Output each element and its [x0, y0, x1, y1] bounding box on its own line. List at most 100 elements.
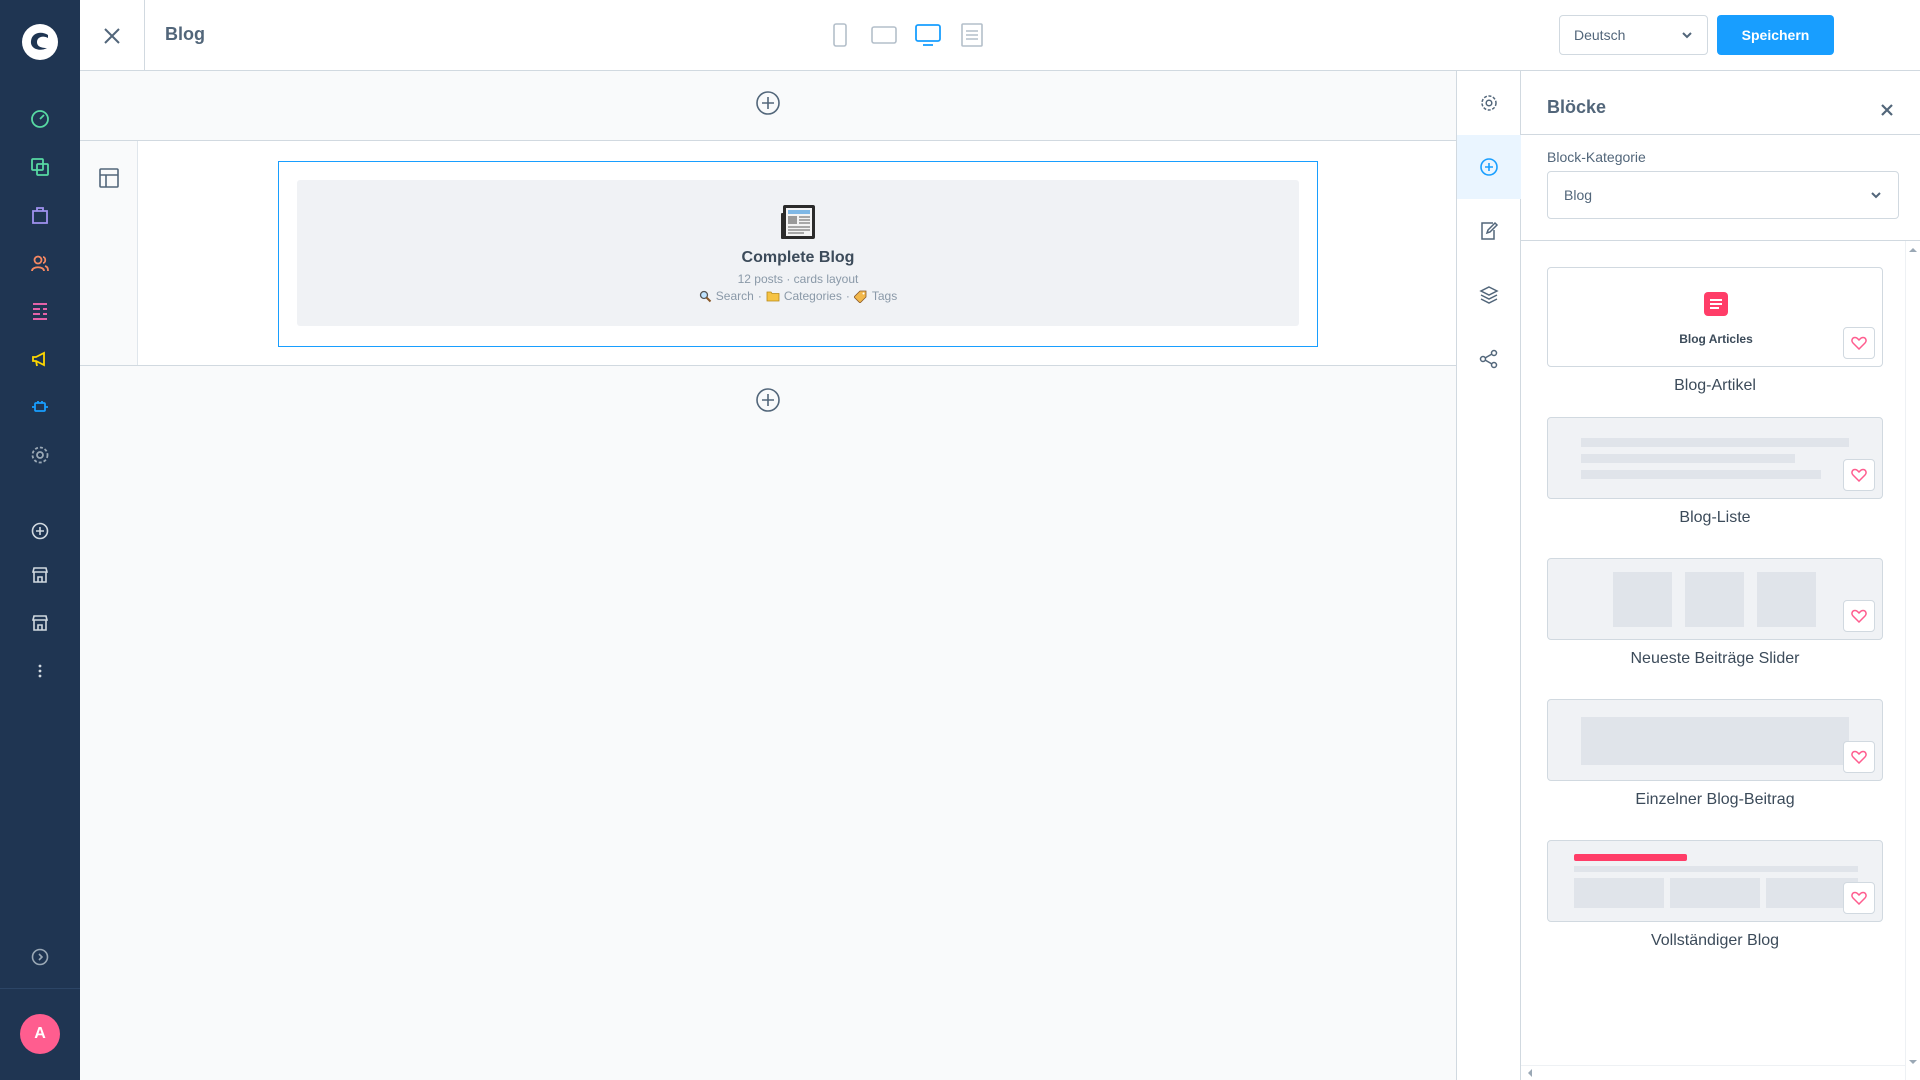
heart-icon [1851, 609, 1867, 623]
block-item-latest-posts-slider[interactable]: Neueste Beiträge Slider [1547, 558, 1883, 668]
catalog-icon[interactable] [26, 153, 54, 181]
newspaper-icon [781, 205, 815, 239]
sidebar-divider [0, 988, 80, 989]
block-preview[interactable]: Blog Articles [1547, 267, 1883, 367]
feature-separator: · [845, 289, 850, 303]
block-label: Blog-Liste [1679, 509, 1751, 526]
heart-icon [1851, 336, 1867, 350]
tool-settings-button[interactable] [1457, 71, 1521, 135]
add-section-top-icon[interactable] [755, 90, 781, 116]
feature-tags: Tags [853, 289, 898, 303]
top-bar: Blog Deutsch Speichern [80, 0, 1920, 71]
category-label: Block-Kategorie [1547, 149, 1646, 165]
folder-icon [766, 291, 780, 302]
more-icon[interactable] [26, 657, 54, 685]
mobile-icon [833, 23, 847, 47]
category-select[interactable]: Blog [1547, 171, 1899, 219]
shopware-logo-icon[interactable] [20, 22, 60, 62]
block-label: Einzelner Blog-Beitrag [1635, 791, 1795, 808]
settings-icon[interactable] [26, 441, 54, 469]
panel-title: Blöcke [1547, 97, 1607, 117]
panel-close-button[interactable] [1876, 99, 1898, 121]
block-label: Vollständiger Blog [1650, 932, 1780, 949]
language-value: Deutsch [1574, 27, 1626, 43]
layers-icon [1479, 286, 1499, 304]
admin-sidebar: A [0, 0, 80, 1080]
tool-share-button[interactable] [1457, 327, 1521, 391]
feature-search: Search [699, 289, 754, 303]
magnifier-icon [699, 290, 711, 302]
share-icon [1479, 349, 1498, 369]
complete-blog-block[interactable]: Complete Blog 12 posts · cards layout Se… [297, 180, 1299, 326]
block-item-blog-list[interactable]: Blog-Liste [1547, 417, 1883, 527]
block-title: Complete Blog [741, 249, 855, 266]
chevron-down-icon [1871, 192, 1881, 199]
block-item-blog-articles[interactable]: Blog Articles Blog-Artikel [1547, 267, 1883, 395]
blog-article-icon [1704, 292, 1728, 316]
block-meta: 12 posts · cards layout [737, 272, 859, 286]
device-mobile-button[interactable] [825, 20, 855, 50]
orders-icon[interactable] [26, 201, 54, 229]
scroll-left-icon [1528, 1069, 1532, 1077]
section-sidebar [80, 141, 138, 365]
chevron-down-icon [1682, 32, 1692, 39]
page-title: Blog [165, 24, 205, 44]
sales-channel-icon[interactable] [26, 561, 54, 589]
close-icon [104, 27, 120, 44]
preview-text: Blog Articles [1679, 332, 1753, 346]
language-select[interactable]: Deutsch [1559, 15, 1708, 55]
close-button[interactable] [80, 0, 145, 71]
tool-edit-button[interactable] [1457, 199, 1521, 263]
favorite-button[interactable] [1843, 882, 1875, 914]
desktop-icon [915, 24, 941, 46]
device-tablet-button[interactable] [869, 20, 899, 50]
plus-circle-icon [1480, 158, 1498, 176]
device-desktop-button[interactable] [913, 20, 943, 50]
feature-tags-label: Tags [871, 289, 898, 303]
tool-add-block-button[interactable] [1457, 135, 1521, 199]
device-form-button[interactable] [957, 20, 987, 50]
cms-canvas: Complete Blog 12 posts · cards layout Se… [80, 71, 1456, 1080]
horizontal-scrollbar[interactable] [1521, 1065, 1905, 1080]
favorite-button[interactable] [1843, 741, 1875, 773]
customers-icon[interactable] [26, 249, 54, 277]
favorite-button[interactable] [1843, 459, 1875, 491]
block-preview[interactable] [1547, 417, 1883, 499]
add-section-bottom-icon[interactable] [755, 387, 781, 413]
feature-search-label: Search [715, 289, 754, 303]
heart-icon [1851, 468, 1867, 482]
favorite-button[interactable] [1843, 327, 1875, 359]
add-sales-channel-icon[interactable] [26, 517, 54, 545]
selected-block-frame[interactable]: Complete Blog 12 posts · cards layout Se… [278, 161, 1318, 347]
section-layout-icon[interactable] [98, 167, 120, 189]
sales-channel-icon[interactable] [26, 609, 54, 637]
cms-section: Complete Blog 12 posts · cards layout Se… [80, 140, 1456, 366]
content-icon[interactable] [26, 297, 54, 325]
gear-icon [1481, 95, 1497, 111]
block-item-single-blog-post[interactable]: Einzelner Blog-Beitrag [1547, 699, 1883, 809]
extensions-icon[interactable] [26, 393, 54, 421]
heart-icon [1851, 891, 1867, 905]
vertical-scrollbar[interactable] [1905, 241, 1920, 1080]
heart-icon [1851, 750, 1867, 764]
tag-icon [853, 290, 867, 303]
block-label: Neueste Beiträge Slider [1630, 650, 1800, 667]
block-preview[interactable] [1547, 558, 1883, 640]
expand-icon[interactable] [26, 943, 54, 971]
avatar[interactable]: A [20, 1014, 60, 1054]
category-value: Blog [1564, 187, 1593, 203]
block-preview[interactable] [1547, 840, 1883, 922]
feature-separator: · [757, 289, 762, 303]
form-icon [961, 23, 983, 47]
feature-categories-label: Categories [783, 289, 842, 303]
tool-layers-button[interactable] [1457, 263, 1521, 327]
block-item-complete-blog[interactable]: Vollständiger Blog [1547, 840, 1883, 950]
save-button[interactable]: Speichern [1717, 15, 1834, 55]
blocks-panel: Blöcke Block-Kategorie Blog Blog Article… [1521, 71, 1920, 1080]
marketing-icon[interactable] [26, 345, 54, 373]
dashboard-icon[interactable] [26, 105, 54, 133]
feature-categories: Categories [766, 289, 842, 303]
block-preview[interactable] [1547, 699, 1883, 781]
block-list: Blog Articles Blog-Artikel Blog-Liste Ne… [1521, 241, 1905, 1061]
favorite-button[interactable] [1843, 600, 1875, 632]
